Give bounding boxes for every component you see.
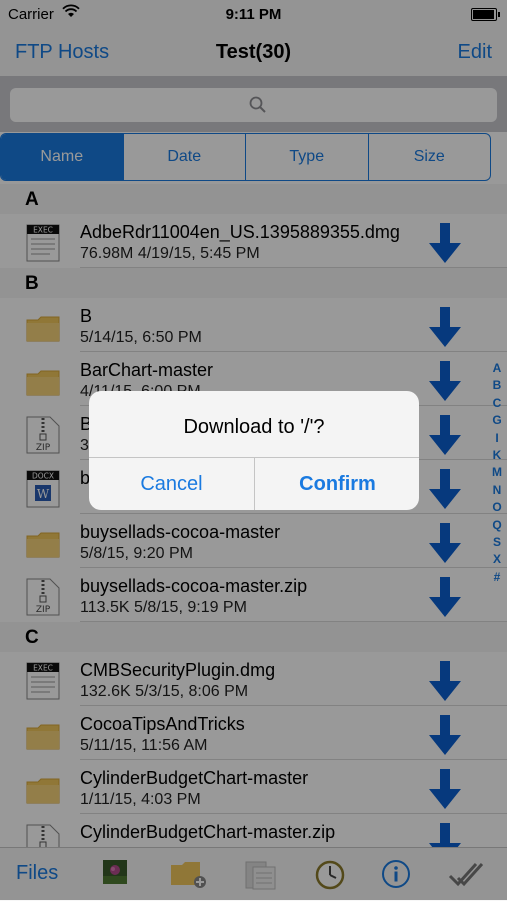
alert-message: Download to '/'? xyxy=(183,416,325,438)
cancel-button[interactable]: Cancel xyxy=(89,458,254,510)
confirm-button[interactable]: Confirm xyxy=(255,458,419,510)
download-alert-dialog: Download to '/'? Cancel Confirm xyxy=(89,391,419,510)
